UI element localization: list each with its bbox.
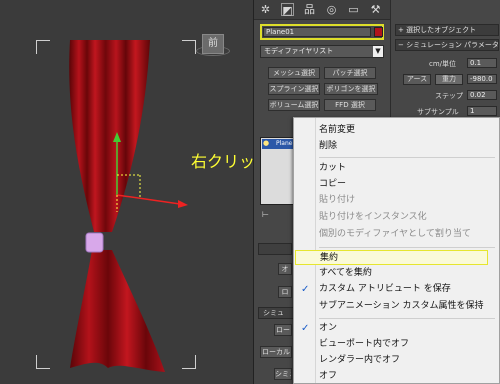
pin-stack-icon[interactable]: ⊢ (262, 210, 269, 219)
object-name-row: Plane01 (260, 24, 384, 40)
menu-item-paste-instanced[interactable]: 貼り付けをインスタンス化 (294, 210, 500, 225)
rollout-header-1[interactable] (258, 243, 292, 255)
step-label: ステップ (435, 92, 463, 100)
motion-tab-icon[interactable]: ◎ (325, 3, 338, 16)
menu-item-label: オン (319, 323, 338, 333)
menu-item-on[interactable]: ✓ オン (294, 321, 500, 336)
object-color-swatch[interactable] (374, 27, 383, 37)
curtain-lower-drape (70, 250, 165, 372)
menu-separator (319, 247, 495, 248)
menu-item-collapse-to[interactable]: 集約 (295, 250, 488, 265)
check-icon: ✓ (301, 323, 310, 334)
object-name-input[interactable]: Plane01 (263, 27, 371, 37)
check-icon: ✓ (301, 284, 310, 295)
mesh-select-button[interactable]: メッシュ選択 (268, 67, 320, 79)
gravity-input[interactable]: -980.0 (467, 74, 497, 84)
curtain-tieback (85, 232, 104, 253)
menu-item-off-in-viewport[interactable]: ビューポート内でオフ (294, 337, 500, 352)
curtain-upper-drape (69, 40, 150, 232)
cm-per-unit-input[interactable]: 0.1 (467, 58, 497, 68)
rollout-sim-1[interactable]: シミュ (258, 307, 294, 319)
command-panel-tabs: ✲ ◩ 品 ◎ ▭ ⚒ (254, 0, 390, 20)
modifier-list-label: モディファイヤリスト (264, 47, 334, 55)
perspective-viewport[interactable]: 前 右クリック (0, 0, 271, 384)
spline-select-button[interactable]: スプライン選択 (268, 83, 320, 95)
stack-item-label: Plane (276, 140, 293, 147)
side-button-2[interactable]: ロ (278, 286, 292, 298)
curtain-model[interactable] (0, 0, 254, 384)
menu-item-make-unique[interactable]: 個別のモディファイヤとして割り当て (294, 227, 500, 242)
menu-item-label: カスタム アトリビュート を保存 (319, 284, 451, 294)
menu-item-copy[interactable]: コピー (294, 177, 500, 192)
menu-item-off-in-renderer[interactable]: レンダラー内でオフ (294, 353, 500, 368)
hierarchy-tab-icon[interactable]: 品 (303, 3, 316, 16)
menu-item-paste[interactable]: 貼り付け (294, 193, 500, 208)
ffd-select-button[interactable]: FFD 選択 (324, 99, 376, 111)
load-button[interactable]: ロー (274, 324, 292, 336)
selected-object-rollout[interactable]: + 選択したオブジェクト (395, 24, 499, 36)
menu-item-collapse-all[interactable]: すべてを集約 (294, 266, 500, 281)
gizmo-x-arrowhead (178, 200, 188, 208)
minus-icon: − (398, 41, 407, 49)
plus-icon: + (398, 26, 407, 34)
step-input[interactable]: 0.02 (467, 90, 497, 100)
sim-button-2[interactable]: シミュ (274, 368, 292, 380)
modifier-list-dropdown[interactable]: モディファイヤリスト ▼ (260, 45, 384, 58)
utilities-tab-icon[interactable]: ⚒ (369, 3, 382, 16)
chevron-down-icon[interactable]: ▼ (373, 46, 383, 57)
modifier-stack-selected-item[interactable]: ● Plane (262, 139, 296, 149)
menu-separator (319, 318, 495, 319)
menu-item-delete[interactable]: 削除 (294, 139, 500, 154)
gizmo-x-axis (116, 194, 181, 205)
cm-per-unit-label: cm/単位 (429, 60, 457, 68)
local-button[interactable]: ローカル (260, 346, 292, 358)
menu-item-keep-subanim-attributes[interactable]: サブアニメーション カスタム属性を保持 (294, 299, 500, 314)
gravity-button[interactable]: 重力 (435, 74, 463, 85)
create-tab-icon[interactable]: ✲ (259, 3, 272, 16)
menu-item-preserve-custom-attributes[interactable]: ✓ カスタム アトリビュート を保存 (294, 282, 500, 297)
display-tab-icon[interactable]: ▭ (347, 3, 360, 16)
context-menu: 名前変更 削除 カット コピー 貼り付け 貼り付けをインスタンス化 個別のモディ… (293, 117, 500, 384)
poly-select-button[interactable]: ポリゴンを選択 (324, 83, 378, 95)
subsample-label: サブサンプル (417, 108, 459, 116)
menu-item-rename[interactable]: 名前変更 (294, 123, 500, 138)
vol-select-button[interactable]: ボリューム選択 (268, 99, 320, 111)
side-button-1[interactable]: オ (278, 263, 292, 275)
subsample-input[interactable]: 1 (467, 106, 497, 116)
menu-separator (319, 157, 495, 158)
menu-item-off[interactable]: オフ (294, 369, 500, 384)
modify-tab-icon[interactable]: ◩ (281, 3, 294, 17)
earth-button[interactable]: アース (403, 74, 431, 85)
menu-item-cut[interactable]: カット (294, 161, 500, 176)
patch-select-button[interactable]: パッチ選択 (324, 67, 376, 79)
sim-params-rollout[interactable]: − シミュレーション パラメータ (395, 39, 499, 51)
lightbulb-icon[interactable]: ● (263, 139, 269, 147)
